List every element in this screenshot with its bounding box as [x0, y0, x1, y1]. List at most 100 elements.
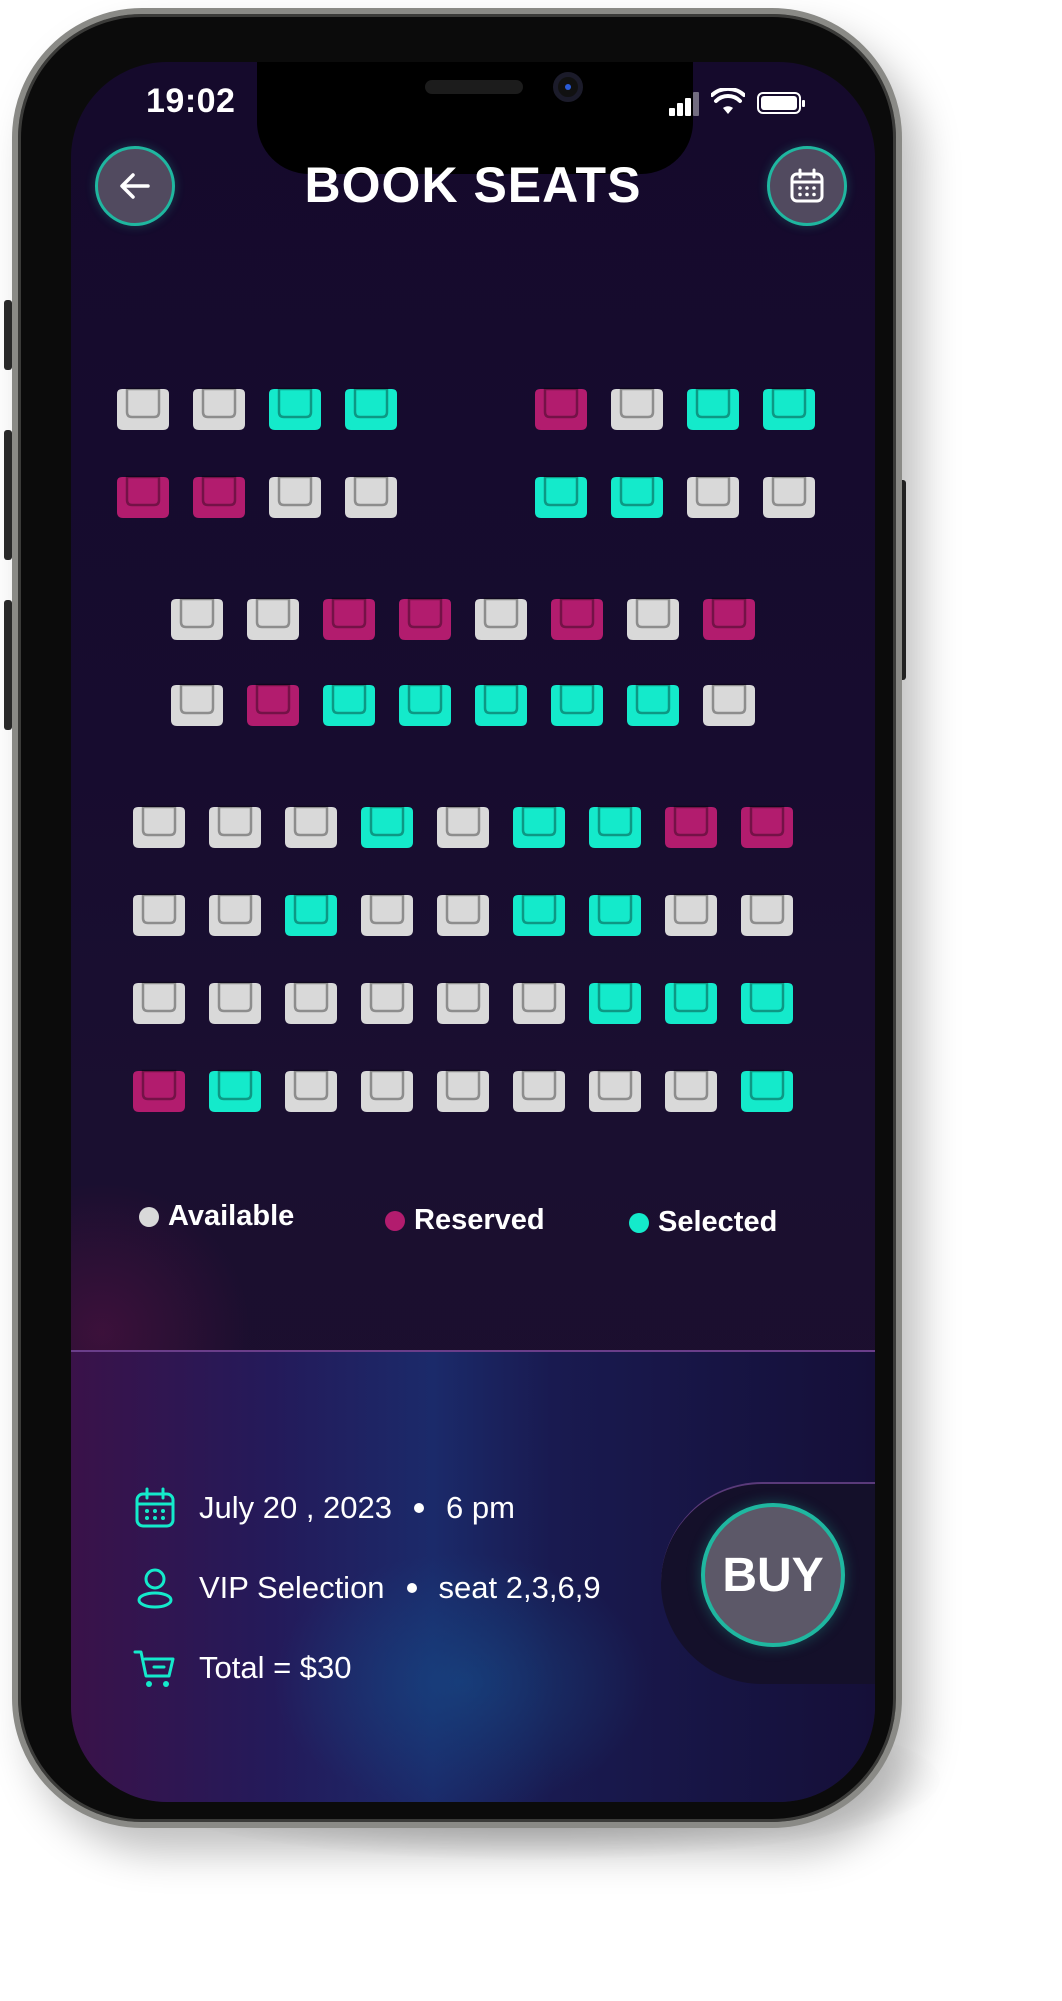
separator-dot [406, 1583, 417, 1593]
seat-available[interactable] [356, 978, 418, 1026]
seat-available[interactable] [698, 680, 760, 728]
seat-available[interactable] [280, 978, 342, 1026]
seat-selected[interactable] [470, 680, 532, 728]
seat-available[interactable] [340, 472, 402, 520]
page-title: BOOK SEATS [304, 157, 642, 213]
booking-total: Total = $30 [199, 1650, 352, 1685]
status-time: 19:02 [146, 82, 236, 120]
volume-up-button [4, 430, 12, 560]
seat-available[interactable] [432, 890, 494, 938]
seat-available[interactable] [470, 594, 532, 642]
seat-available[interactable] [166, 594, 228, 642]
mute-switch [4, 300, 12, 370]
seat-available[interactable] [758, 472, 820, 520]
seat-available[interactable] [128, 802, 190, 850]
seat-available[interactable] [432, 978, 494, 1026]
legend-dot-selected [629, 1212, 649, 1233]
seat-reserved [698, 594, 760, 642]
legend-available: Available [139, 1200, 294, 1233]
seat-available[interactable] [660, 1066, 722, 1114]
seat-available[interactable] [606, 384, 668, 432]
seat-selected[interactable] [546, 680, 608, 728]
seat-selected[interactable] [508, 890, 570, 938]
seat-available[interactable] [128, 978, 190, 1026]
seat-available[interactable] [682, 472, 744, 520]
seat-reserved [112, 472, 174, 520]
volume-down-button [4, 600, 12, 730]
seat-reserved [736, 802, 798, 850]
seat-available[interactable] [280, 1066, 342, 1114]
speaker-grille [425, 80, 523, 94]
seat-selected[interactable] [584, 890, 646, 938]
seat-selected[interactable] [356, 802, 418, 850]
seat-available[interactable] [280, 802, 342, 850]
seat-available[interactable] [508, 978, 570, 1026]
seat-available[interactable] [432, 802, 494, 850]
seat-selected[interactable] [340, 384, 402, 432]
front-camera [553, 72, 583, 102]
calendar-icon [790, 168, 824, 203]
seat-available[interactable] [736, 890, 798, 938]
seat-reserved [660, 802, 722, 850]
total-row: Total = $30 [133, 1646, 352, 1690]
cart-icon [133, 1650, 175, 1687]
seat-selected[interactable] [736, 1066, 798, 1114]
legend-label: Reserved [414, 1204, 545, 1236]
seat-selected[interactable] [584, 802, 646, 850]
seat-available[interactable] [660, 890, 722, 938]
battery-icon [757, 92, 805, 114]
seat-selected[interactable] [758, 384, 820, 432]
seat-available[interactable] [432, 1066, 494, 1114]
seat-selected[interactable] [682, 384, 744, 432]
seat-reserved [318, 594, 380, 642]
calendar-button[interactable] [767, 146, 847, 226]
seat-selected[interactable] [622, 680, 684, 728]
seat-available[interactable] [166, 680, 228, 728]
seat-reserved [530, 384, 592, 432]
seat-selected[interactable] [508, 802, 570, 850]
seat-reserved [394, 594, 456, 642]
booking-seats: seat 2,3,6,9 [438, 1570, 601, 1605]
seat-available[interactable] [356, 1066, 418, 1114]
seat-available[interactable] [112, 384, 174, 432]
seat-selected[interactable] [660, 978, 722, 1026]
booking-selection: VIP Selection [199, 1570, 385, 1605]
seat-reserved [242, 680, 304, 728]
booking-time: 6 pm [446, 1490, 515, 1525]
user-icon [137, 1568, 173, 1609]
legend-label: Available [168, 1200, 295, 1232]
seat-selected[interactable] [318, 680, 380, 728]
seat-selected[interactable] [394, 680, 456, 728]
legend-dot-reserved [385, 1210, 405, 1231]
booking-date: July 20 , 2023 [199, 1490, 393, 1525]
signal-icon [669, 92, 699, 116]
seat-available[interactable] [242, 594, 304, 642]
seat-available[interactable] [204, 802, 266, 850]
seat-selected[interactable] [280, 890, 342, 938]
seat-selected[interactable] [264, 384, 326, 432]
seat-available[interactable] [204, 978, 266, 1026]
seat-available[interactable] [204, 890, 266, 938]
seat-available[interactable] [584, 1066, 646, 1114]
date-row: July 20 , 2023 6 pm [133, 1486, 515, 1530]
seat-reserved [188, 472, 250, 520]
legend-reserved: Reserved [385, 1204, 545, 1237]
seat-available[interactable] [128, 890, 190, 938]
seat-available[interactable] [188, 384, 250, 432]
seat-available[interactable] [508, 1066, 570, 1114]
seat-available[interactable] [264, 472, 326, 520]
seat-selected[interactable] [204, 1066, 266, 1114]
seat-available[interactable] [356, 890, 418, 938]
buy-button[interactable]: BUY [701, 1503, 845, 1647]
legend-selected: Selected [629, 1206, 777, 1239]
seat-available[interactable] [622, 594, 684, 642]
seat-selected[interactable] [584, 978, 646, 1026]
seat-selected[interactable] [606, 472, 668, 520]
separator-dot [414, 1503, 425, 1513]
seat-selected[interactable] [736, 978, 798, 1026]
seat-selected[interactable] [530, 472, 592, 520]
phone-frame: 19:02 BOOK SEATS Available Reserved Sele… [12, 8, 902, 1828]
selection-row: VIP Selection seat 2,3,6,9 [133, 1566, 601, 1610]
calendar-icon [135, 1487, 175, 1528]
seat-reserved [128, 1066, 190, 1114]
